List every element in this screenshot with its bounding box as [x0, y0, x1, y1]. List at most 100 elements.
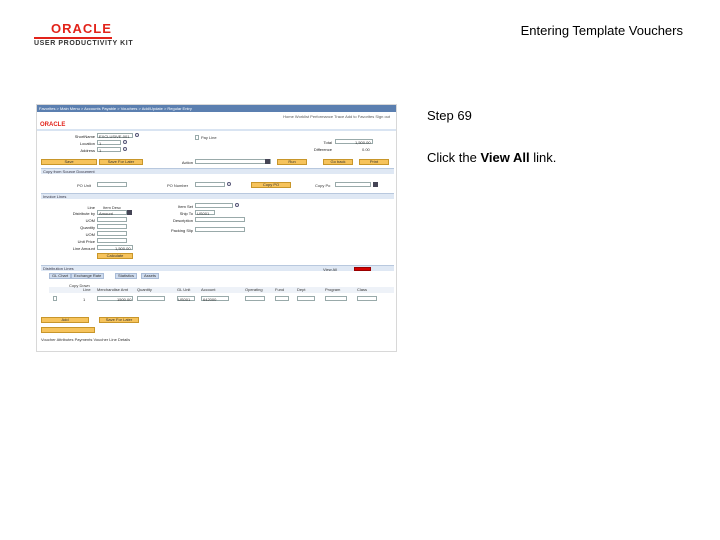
step-label: Step 69: [427, 108, 472, 123]
invoice-lines-section: Invoice Lines: [41, 193, 394, 199]
cell-account-value: 642000: [203, 297, 217, 302]
lookup-icon[interactable]: [123, 147, 127, 151]
tab-assets[interactable]: Assets: [141, 273, 160, 279]
ship-to-label: Ship To: [179, 211, 193, 216]
print-button[interactable]: Print: [359, 159, 389, 165]
lookup-icon[interactable]: [235, 203, 239, 207]
location-label: Location: [79, 141, 95, 146]
po-number-label: PO Number: [167, 183, 189, 188]
col-merchandise-amt: Merchandise Amt: [97, 287, 128, 292]
lookup-icon[interactable]: [227, 182, 231, 186]
logo-divider: [34, 37, 112, 39]
cell-dept[interactable]: [297, 296, 315, 301]
distribute-by-label: Distribute by: [72, 211, 95, 216]
save-for-later-button-bottom[interactable]: Save For Later: [99, 317, 139, 323]
header-divider: [37, 129, 396, 131]
page-title: Entering Template Vouchers: [520, 23, 683, 38]
row-select-checkbox[interactable]: [53, 296, 57, 301]
col-account: Account: [201, 287, 216, 292]
uom-field[interactable]: [97, 217, 127, 222]
top-links[interactable]: Home Worklist Performance Trace Add to F…: [283, 114, 390, 119]
col-gl-unit: GL Unit: [177, 287, 191, 292]
copy-from-label: Copy Po: [315, 183, 331, 188]
address-value: 1: [99, 148, 102, 153]
breadcrumb[interactable]: Favorites > Main Menu > Accounts Payable…: [39, 106, 192, 111]
po-number-field[interactable]: [195, 182, 225, 187]
instruction-target: View All: [480, 150, 530, 165]
view-all-link[interactable]: View All: [323, 267, 337, 272]
difference-value: 0.00: [362, 147, 370, 152]
save-button-bottom[interactable]: Add: [41, 317, 89, 323]
col-dept: Dept: [297, 287, 306, 292]
description-field[interactable]: [195, 217, 245, 222]
quantity-field[interactable]: [97, 224, 127, 229]
copy-po-button[interactable]: Copy PO: [251, 182, 291, 188]
item-set-label: Item Set: [178, 204, 193, 209]
notify-refresh-bar[interactable]: [41, 327, 95, 333]
unit-price-label: Unit Price: [77, 239, 95, 244]
uom2-field[interactable]: [97, 231, 127, 236]
tab-statistics[interactable]: Statistics: [115, 273, 138, 279]
short-name-label: ShortName: [74, 134, 95, 139]
cell-line: 1: [83, 297, 86, 302]
cell-gl-unit-value: US001: [178, 297, 191, 302]
instruction-suffix: link.: [529, 150, 557, 165]
dropdown-arrow-icon[interactable]: [127, 210, 132, 215]
invoice-lines-label: Invoice Lines: [43, 194, 67, 199]
po-unit-label: PO Unit: [77, 183, 92, 188]
step-instruction: Click the View All link.: [427, 150, 556, 165]
dropdown-arrow-icon[interactable]: [265, 159, 270, 164]
cell-program[interactable]: [325, 296, 347, 301]
unit-price-field[interactable]: [97, 238, 127, 243]
tab-exchange-rate[interactable]: Exchange Rate: [71, 273, 105, 279]
line-label: Line: [87, 205, 95, 210]
dropdown-arrow-icon[interactable]: [373, 182, 378, 187]
col-program: Program: [325, 287, 341, 292]
copy-source-section[interactable]: Copy from Source Document: [41, 168, 394, 174]
cell-merchandise-value: 1500.00: [117, 297, 132, 302]
total-label: Total: [323, 140, 332, 145]
oracle-logo-text: ORACLE: [51, 21, 112, 36]
col-class: Class: [357, 287, 368, 292]
go-back-button[interactable]: Go back: [323, 159, 353, 165]
location-value: 1: [99, 141, 102, 146]
uom2-label: UOM: [85, 232, 95, 237]
distribution-lines-label: Distribution Lines: [43, 266, 74, 271]
instruction-prefix: Click the: [427, 150, 481, 165]
distribution-lines-section: Distribution Lines: [41, 265, 394, 271]
quantity-label: Quantity: [80, 225, 95, 230]
app-logo: ORACLE: [40, 122, 66, 128]
checkbox[interactable]: [195, 135, 199, 140]
cell-quantity[interactable]: [137, 296, 165, 301]
uom-label: UOM: [85, 218, 95, 223]
po-unit-field[interactable]: [97, 182, 127, 187]
cell-operating[interactable]: [245, 296, 265, 301]
nav-bar: Favorites > Main Menu > Accounts Payable…: [37, 105, 396, 112]
pay-line-label: Pay Line: [201, 135, 217, 140]
action-label: Action: [181, 160, 193, 165]
col-operating: Operating: [245, 287, 263, 292]
line-amount-value: 1,500.00: [115, 246, 131, 251]
save-for-later-button[interactable]: Save For Later: [99, 159, 143, 165]
view-all-highlight: [354, 267, 371, 271]
footer-links[interactable]: Voucher Attributes Payments Voucher Line…: [41, 337, 130, 342]
cell-fund[interactable]: [275, 296, 289, 301]
tab-gl-chart[interactable]: GL Chart: [49, 273, 72, 279]
calculate-button[interactable]: Calculate: [97, 253, 133, 259]
packing-slip-field[interactable]: [195, 227, 245, 232]
lookup-icon[interactable]: [123, 140, 127, 144]
ship-to-value: US001: [197, 211, 210, 216]
lookup-icon[interactable]: [135, 133, 139, 137]
cell-class[interactable]: [357, 296, 377, 301]
copy-from-select[interactable]: [335, 182, 371, 187]
col-quantity: Quantity: [137, 287, 152, 292]
col-line: Line: [83, 287, 91, 292]
address-label: Address: [80, 148, 95, 153]
action-select[interactable]: [195, 159, 271, 164]
run-button[interactable]: Run: [277, 159, 307, 165]
col-fund: Fund: [275, 287, 285, 292]
oracle-upk-logo: ORACLE USER PRODUCTIVITY KIT: [34, 22, 134, 50]
item-set-field[interactable]: [195, 203, 233, 208]
upk-logo-text: USER PRODUCTIVITY KIT: [34, 40, 134, 47]
save-button[interactable]: Save: [41, 159, 97, 165]
